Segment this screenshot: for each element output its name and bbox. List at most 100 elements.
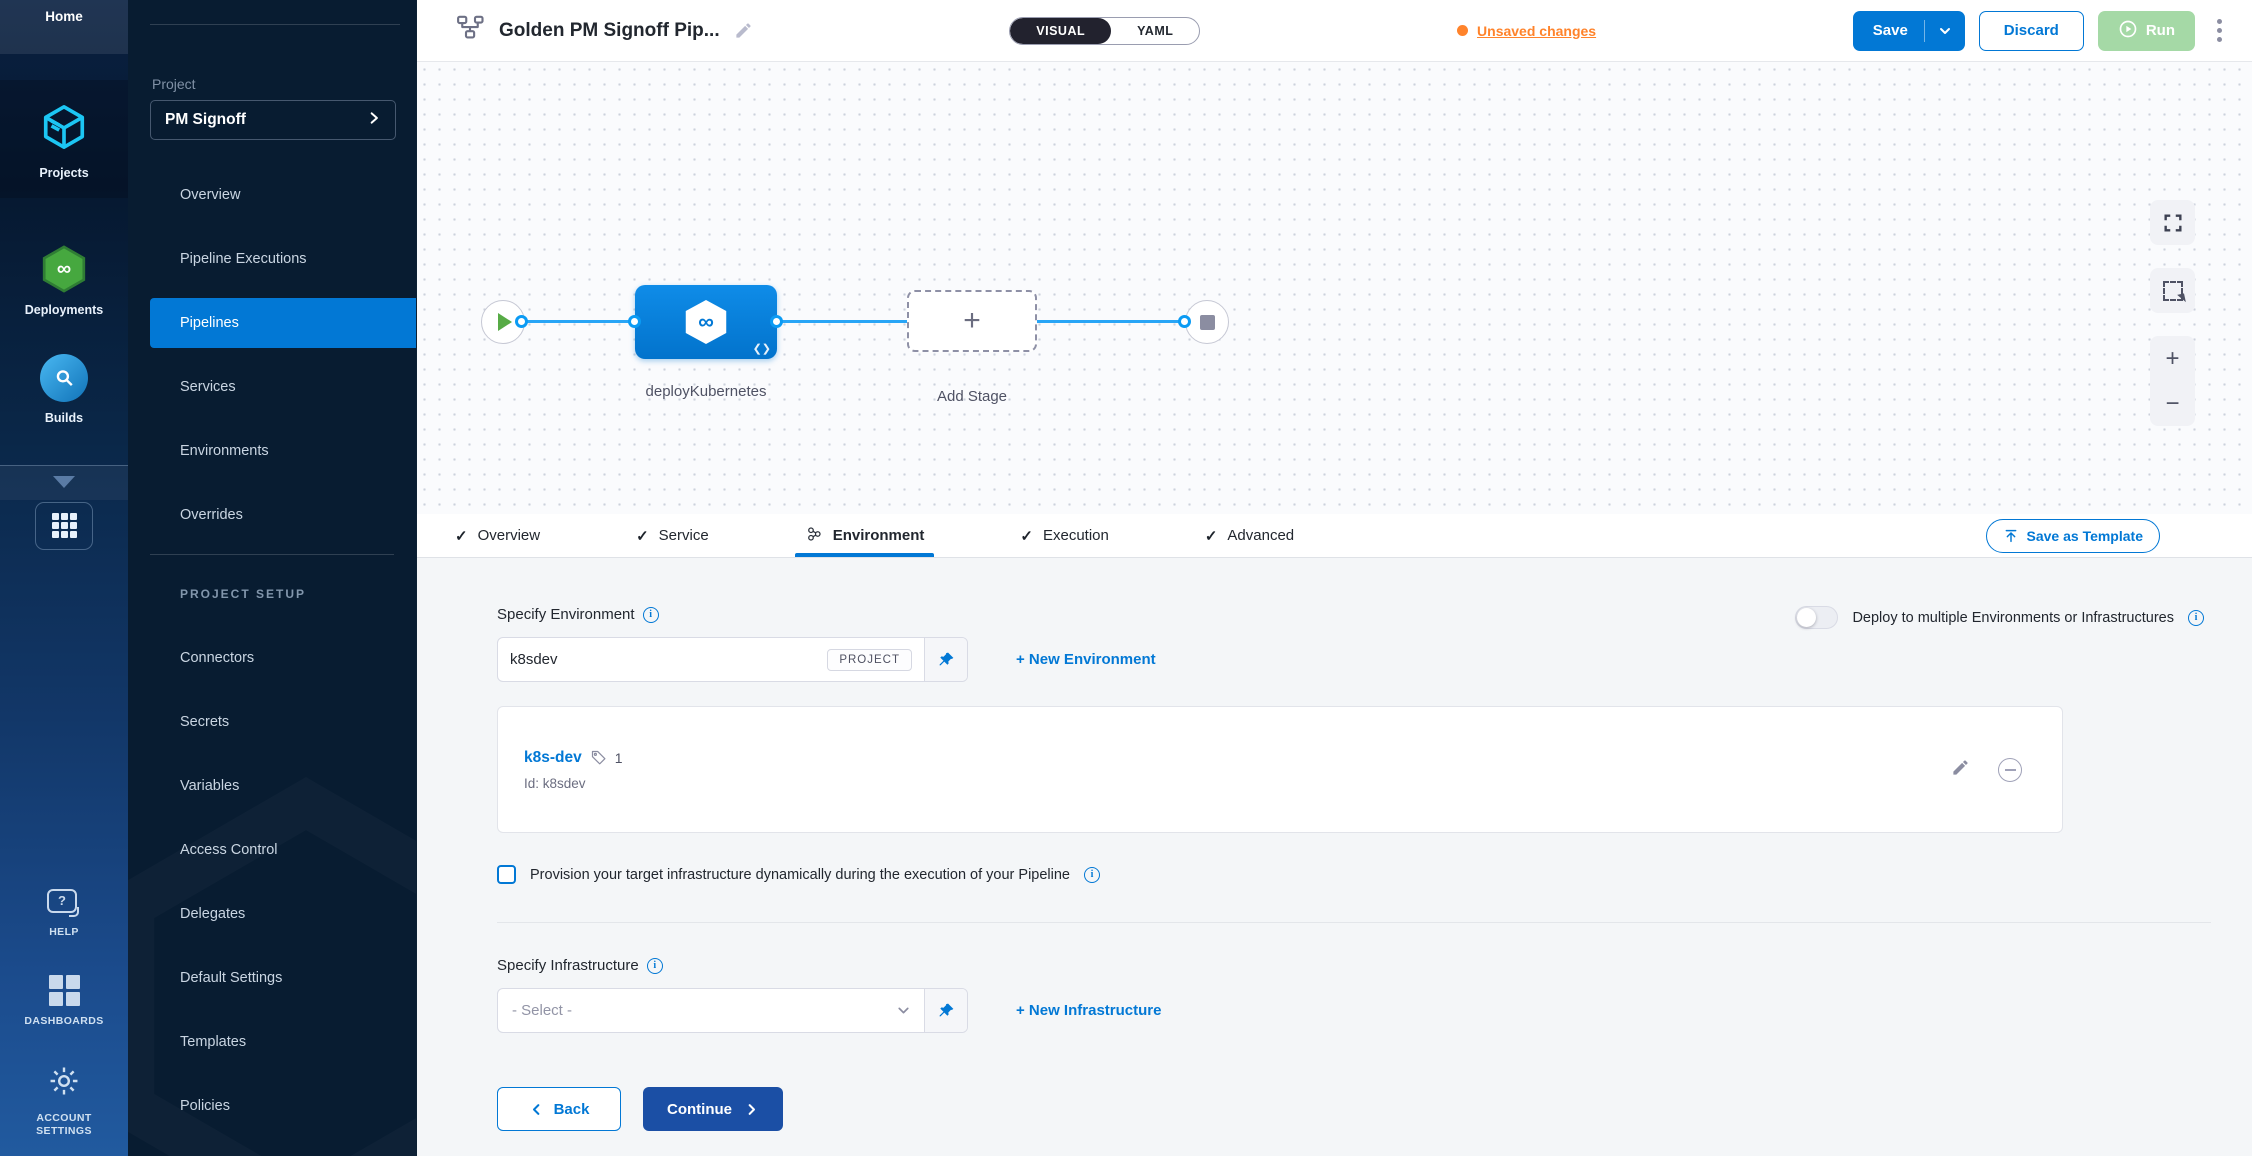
edit-environment-icon[interactable] [1951,758,1970,782]
rail-bottom-group: ? HELP DASHBOARDS ACCOUNT SETTINGS [0,871,128,1156]
fullscreen-icon [2162,212,2184,234]
unsaved-dot-icon [1457,25,1468,36]
account-settings-label: ACCOUNT SETTINGS [16,1112,112,1138]
run-button[interactable]: Run [2098,11,2195,51]
sidebar-item-templates[interactable]: Templates [128,1017,416,1067]
select-chevron-icon[interactable] [895,989,924,1032]
projects-cube-icon [39,102,89,157]
sidebar-item-policies[interactable]: Policies [128,1081,416,1131]
stage-left-port[interactable] [628,315,641,328]
fullscreen-button[interactable] [2150,200,2195,245]
module-selector-button[interactable] [35,502,93,550]
tab-execution[interactable]: ✓ Execution [1016,514,1112,557]
edit-title-icon[interactable] [734,21,753,40]
marquee-select-button[interactable] [2150,268,2195,313]
nav-help[interactable]: ? HELP [0,871,128,957]
save-menu-chevron-icon[interactable] [1937,23,1965,39]
zoom-controls: + − [2150,336,2195,426]
new-infrastructure-link[interactable]: + New Infrastructure [1016,1002,1161,1019]
sidebar-item-pipelines[interactable]: Pipelines [150,298,416,348]
zoom-in-button[interactable]: + [2150,336,2195,381]
info-icon[interactable] [1084,867,1100,883]
environment-pin-button[interactable] [924,638,967,681]
new-environment-link[interactable]: + New Environment [1016,651,1156,668]
toggle-yaml[interactable]: YAML [1111,18,1199,44]
sidebar-item-overview[interactable]: Overview [128,170,416,220]
end-node-port[interactable] [1178,315,1191,328]
tab-advanced[interactable]: ✓ Advanced [1201,514,1298,557]
environment-name-link[interactable]: k8s-dev [524,749,582,767]
stage-right-port[interactable] [770,315,783,328]
zoom-out-button[interactable]: − [2150,381,2195,426]
pipeline-graph-icon [455,13,485,48]
sidebar-item-services[interactable]: Services [128,362,416,412]
provision-checkbox[interactable] [497,865,516,884]
pipeline-end-node[interactable] [1185,300,1229,344]
info-icon[interactable] [2188,610,2204,626]
nav-projects[interactable]: Projects [0,80,128,198]
start-node-port[interactable] [515,315,528,328]
pin-icon [937,651,955,669]
rail-collapse-band[interactable] [0,465,128,500]
stage-name-label: deployKubernetes [636,380,776,404]
help-label: HELP [49,926,79,939]
more-options-kebab-icon[interactable] [2211,15,2228,46]
tab-service[interactable]: ✓ Service [632,514,713,557]
check-icon: ✓ [1020,527,1033,545]
stage-tabbar: ✓ Overview ✓ Service Environment ✓ Execu… [417,514,2252,558]
pipeline-canvas[interactable]: ∞ ❮❯ + deployKubernetes Add Stage [417,62,2252,514]
add-stage-button[interactable]: + [907,290,1037,352]
info-icon[interactable] [647,958,663,974]
visual-yaml-toggle: VISUAL YAML [1009,17,1200,45]
header-actions: Save Discard Run [1853,11,2228,51]
project-selector[interactable]: PM Signoff [150,100,396,140]
sidebar-item-access-control[interactable]: Access Control [128,825,416,875]
sidebar-item-delegates[interactable]: Delegates [128,889,416,939]
discard-button[interactable]: Discard [1979,11,2084,51]
sidebar-item-connectors[interactable]: Connectors [128,633,416,683]
multi-env-toggle-row: Deploy to multiple Environments or Infra… [1795,606,2204,629]
infrastructure-pin-button[interactable] [924,989,967,1032]
specify-environment-label: Specify Environment [497,606,635,623]
help-chat-icon: ? [47,889,81,917]
nav-account-settings[interactable]: ACCOUNT SETTINGS [0,1046,128,1142]
multi-env-toggle[interactable] [1795,606,1838,629]
sidebar-item-secrets[interactable]: Secrets [128,697,416,747]
start-play-icon [498,313,512,331]
chevron-right-icon [367,111,381,130]
info-icon[interactable] [643,607,659,623]
check-icon: ✓ [455,527,468,545]
unsaved-changes[interactable]: Unsaved changes [1457,23,1596,39]
end-stop-icon [1200,315,1215,330]
tab-environment[interactable]: Environment [801,514,929,557]
environment-input[interactable] [510,651,817,668]
save-button[interactable]: Save [1853,11,1965,51]
toggle-visual[interactable]: VISUAL [1010,18,1111,44]
sidebar-item-variables[interactable]: Variables [128,761,416,811]
continue-button[interactable]: Continue [643,1087,783,1131]
stage-node-deploykubernetes[interactable]: ∞ ❮❯ [635,285,777,359]
chevron-right-icon [744,1102,759,1117]
project-sidebar: Project PM Signoff Overview Pipeline Exe… [128,0,416,1156]
nav-dashboards[interactable]: DASHBOARDS [0,957,128,1046]
sidebar-item-environments[interactable]: Environments [128,426,416,476]
sidebar-item-pipeline-executions[interactable]: Pipeline Executions [128,234,416,284]
home-label: Home [45,9,83,24]
save-as-template-button[interactable]: Save as Template [1986,519,2160,553]
nav-deployments[interactable]: ∞ Deployments [0,226,128,337]
nav-home[interactable]: Home [0,0,128,54]
back-button[interactable]: Back [497,1087,621,1131]
projects-label: Projects [39,166,88,182]
tab-overview[interactable]: ✓ Overview [451,514,544,557]
sidebar-item-default-settings[interactable]: Default Settings [128,953,416,1003]
check-icon: ✓ [636,527,649,545]
infrastructure-select[interactable]: - Select - [498,989,895,1032]
check-icon: ✓ [1205,527,1218,545]
deployments-hexagon-icon: ∞ [39,244,89,294]
sidebar-top-divider [150,24,400,25]
nav-builds[interactable]: Builds [0,336,128,445]
main-panel: Golden PM Signoff Pip... VISUAL YAML Uns… [416,0,2252,1156]
project-scope-label: Project [152,76,196,92]
remove-environment-icon[interactable] [1998,758,2022,782]
sidebar-item-overrides[interactable]: Overrides [128,490,416,540]
